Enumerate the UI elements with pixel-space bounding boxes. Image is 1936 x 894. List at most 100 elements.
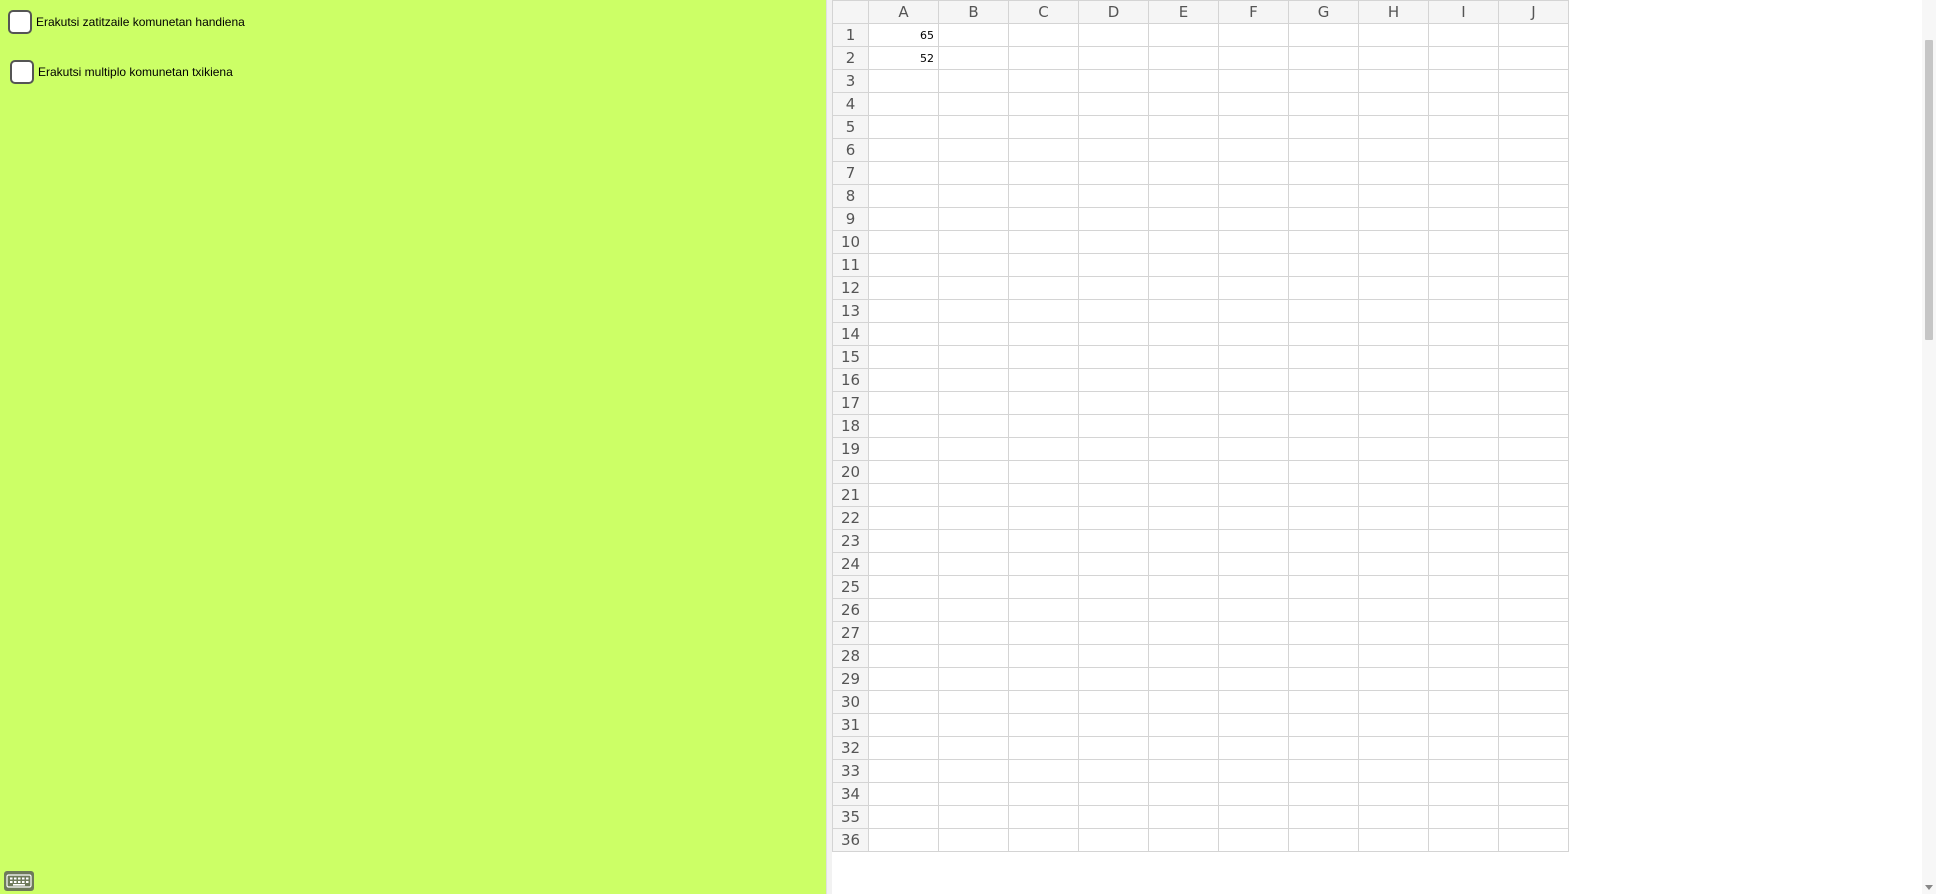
cell-h32[interactable] (1358, 736, 1429, 760)
column-header-c[interactable]: C (1008, 0, 1079, 24)
cell-b11[interactable] (938, 253, 1009, 277)
select-all-corner[interactable] (832, 0, 869, 24)
cell-e7[interactable] (1148, 161, 1219, 185)
cell-f10[interactable] (1218, 230, 1289, 254)
cell-b23[interactable] (938, 529, 1009, 553)
cell-e36[interactable] (1148, 828, 1219, 852)
cell-h4[interactable] (1358, 92, 1429, 116)
cell-h31[interactable] (1358, 713, 1429, 737)
cell-e32[interactable] (1148, 736, 1219, 760)
cell-h3[interactable] (1358, 69, 1429, 93)
cell-a6[interactable] (868, 138, 939, 162)
cell-a17[interactable] (868, 391, 939, 415)
row-header-20[interactable]: 20 (832, 460, 869, 484)
cell-f19[interactable] (1218, 437, 1289, 461)
cell-e13[interactable] (1148, 299, 1219, 323)
cell-c9[interactable] (1008, 207, 1079, 231)
cell-g5[interactable] (1288, 115, 1359, 139)
cell-i25[interactable] (1428, 575, 1499, 599)
cell-h28[interactable] (1358, 644, 1429, 668)
cell-b8[interactable] (938, 184, 1009, 208)
cell-c4[interactable] (1008, 92, 1079, 116)
row-header-6[interactable]: 6 (832, 138, 869, 162)
cell-g19[interactable] (1288, 437, 1359, 461)
cell-g8[interactable] (1288, 184, 1359, 208)
cell-h13[interactable] (1358, 299, 1429, 323)
cell-b6[interactable] (938, 138, 1009, 162)
cell-a35[interactable] (868, 805, 939, 829)
cell-d17[interactable] (1078, 391, 1149, 415)
cell-h12[interactable] (1358, 276, 1429, 300)
cell-j18[interactable] (1498, 414, 1569, 438)
cell-d28[interactable] (1078, 644, 1149, 668)
cell-g9[interactable] (1288, 207, 1359, 231)
cell-g1[interactable] (1288, 23, 1359, 47)
cell-b21[interactable] (938, 483, 1009, 507)
cell-a34[interactable] (868, 782, 939, 806)
row-header-26[interactable]: 26 (832, 598, 869, 622)
cell-f3[interactable] (1218, 69, 1289, 93)
cell-a4[interactable] (868, 92, 939, 116)
cell-i11[interactable] (1428, 253, 1499, 277)
cell-j35[interactable] (1498, 805, 1569, 829)
lcm-checkbox-row[interactable]: Erakutsi multiplo komunetan txikiena (10, 60, 233, 84)
row-header-29[interactable]: 29 (832, 667, 869, 691)
cell-g35[interactable] (1288, 805, 1359, 829)
row-header-27[interactable]: 27 (832, 621, 869, 645)
column-header-b[interactable]: B (938, 0, 1009, 24)
cell-j34[interactable] (1498, 782, 1569, 806)
cell-c10[interactable] (1008, 230, 1079, 254)
cell-g23[interactable] (1288, 529, 1359, 553)
cell-b2[interactable] (938, 46, 1009, 70)
cell-c7[interactable] (1008, 161, 1079, 185)
cell-f24[interactable] (1218, 552, 1289, 576)
cell-i1[interactable] (1428, 23, 1499, 47)
cell-j36[interactable] (1498, 828, 1569, 852)
row-header-11[interactable]: 11 (832, 253, 869, 277)
cell-j10[interactable] (1498, 230, 1569, 254)
cell-e24[interactable] (1148, 552, 1219, 576)
cell-a10[interactable] (868, 230, 939, 254)
cell-c3[interactable] (1008, 69, 1079, 93)
column-header-e[interactable]: E (1148, 0, 1219, 24)
row-header-32[interactable]: 32 (832, 736, 869, 760)
cell-d1[interactable] (1078, 23, 1149, 47)
cell-a36[interactable] (868, 828, 939, 852)
cell-f27[interactable] (1218, 621, 1289, 645)
cell-g34[interactable] (1288, 782, 1359, 806)
cell-b32[interactable] (938, 736, 1009, 760)
cell-c18[interactable] (1008, 414, 1079, 438)
cell-f31[interactable] (1218, 713, 1289, 737)
cell-h25[interactable] (1358, 575, 1429, 599)
cell-e23[interactable] (1148, 529, 1219, 553)
cell-h2[interactable] (1358, 46, 1429, 70)
cell-j23[interactable] (1498, 529, 1569, 553)
column-header-d[interactable]: D (1078, 0, 1149, 24)
cell-f36[interactable] (1218, 828, 1289, 852)
cell-a1[interactable]: 65 (868, 23, 939, 47)
cell-c28[interactable] (1008, 644, 1079, 668)
cell-f8[interactable] (1218, 184, 1289, 208)
row-header-5[interactable]: 5 (832, 115, 869, 139)
cell-d10[interactable] (1078, 230, 1149, 254)
cell-e14[interactable] (1148, 322, 1219, 346)
cell-d16[interactable] (1078, 368, 1149, 392)
cell-e26[interactable] (1148, 598, 1219, 622)
cell-c27[interactable] (1008, 621, 1079, 645)
cell-d21[interactable] (1078, 483, 1149, 507)
cell-j13[interactable] (1498, 299, 1569, 323)
cell-e31[interactable] (1148, 713, 1219, 737)
cell-d32[interactable] (1078, 736, 1149, 760)
cell-h34[interactable] (1358, 782, 1429, 806)
column-header-f[interactable]: F (1218, 0, 1289, 24)
cell-i33[interactable] (1428, 759, 1499, 783)
cell-c24[interactable] (1008, 552, 1079, 576)
cell-b7[interactable] (938, 161, 1009, 185)
cell-f32[interactable] (1218, 736, 1289, 760)
cell-c23[interactable] (1008, 529, 1079, 553)
cell-b15[interactable] (938, 345, 1009, 369)
cell-h1[interactable] (1358, 23, 1429, 47)
cell-f33[interactable] (1218, 759, 1289, 783)
cell-c8[interactable] (1008, 184, 1079, 208)
row-header-35[interactable]: 35 (832, 805, 869, 829)
